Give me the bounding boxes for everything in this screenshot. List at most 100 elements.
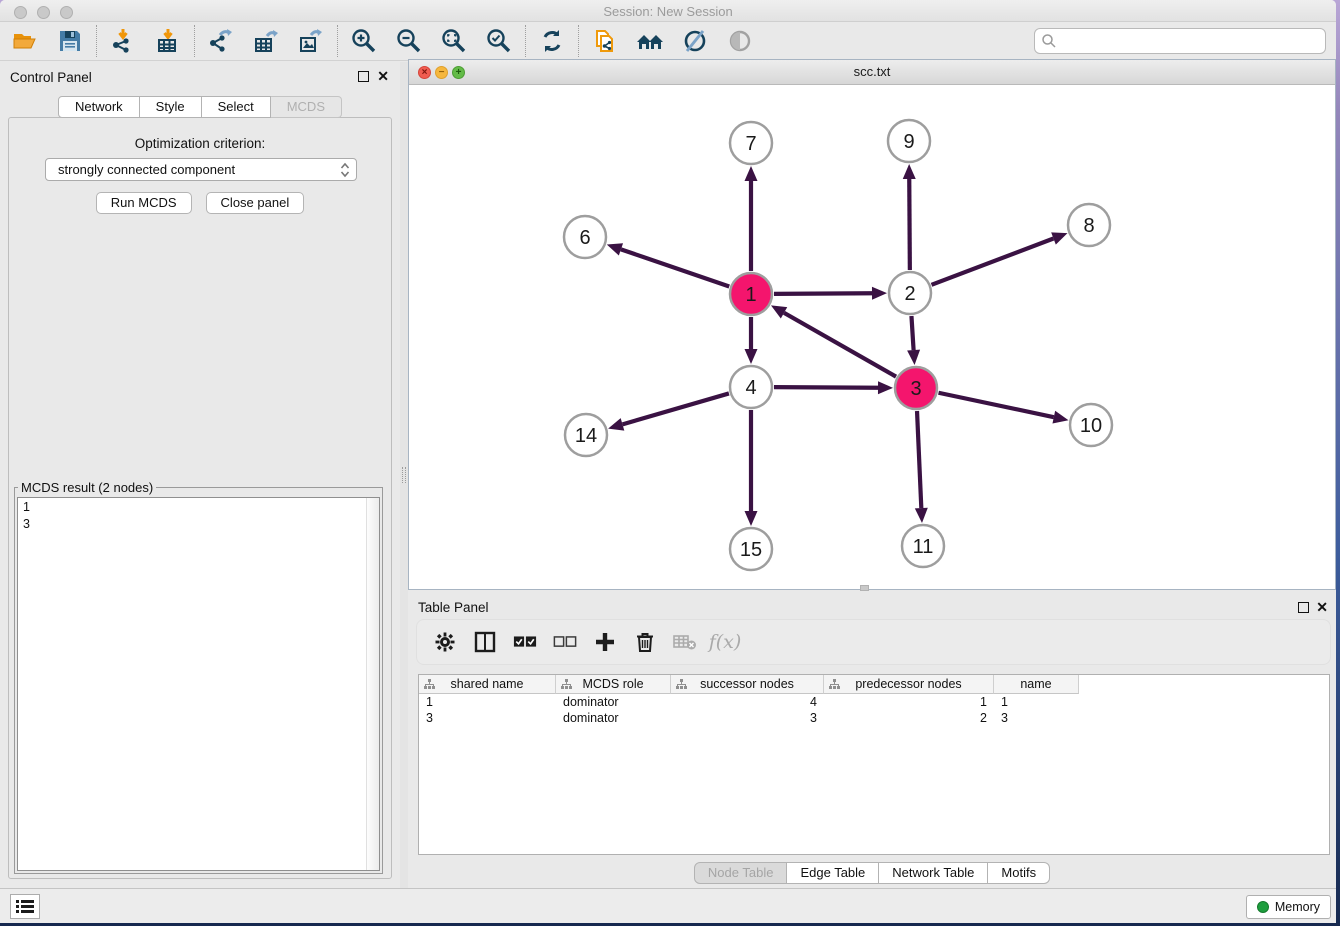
import-table-icon[interactable]	[153, 26, 183, 56]
run-mcds-button[interactable]: Run MCDS	[96, 192, 192, 214]
svg-text:3: 3	[910, 378, 921, 400]
graph-node-2[interactable]: 2	[889, 272, 931, 314]
graph-edge-1-2[interactable]	[774, 293, 872, 294]
table-cell[interactable]: 3	[419, 710, 556, 726]
graph-node-8[interactable]: 8	[1068, 204, 1110, 246]
tab-mcds[interactable]: MCDS	[271, 96, 342, 118]
optimization-criterion-select[interactable]: strongly connected component	[45, 158, 357, 181]
result-scrollbar[interactable]	[366, 498, 379, 870]
graph-node-9[interactable]: 9	[888, 120, 930, 162]
horizontal-splitter-handle[interactable]	[860, 585, 869, 591]
graph-node-10[interactable]: 10	[1070, 404, 1112, 446]
column-type-icon	[424, 679, 435, 690]
graph-edge-4-14[interactable]	[622, 393, 728, 424]
column-type-icon	[676, 679, 687, 690]
graph-edge-2-3[interactable]	[911, 316, 913, 350]
graph-edge-4-3[interactable]	[774, 387, 878, 388]
zoom-selected-icon[interactable]	[484, 26, 514, 56]
table-cell[interactable]: 3	[994, 710, 1079, 726]
tab-network-table[interactable]: Network Table	[879, 862, 988, 884]
graph-node-4[interactable]: 4	[730, 366, 772, 408]
graph-node-15[interactable]: 15	[730, 528, 772, 570]
table-row-0[interactable]: 1dominator411	[419, 694, 1329, 710]
vertical-splitter[interactable]	[400, 62, 408, 888]
graph-node-11[interactable]: 11	[902, 525, 944, 567]
optimization-criterion-value: strongly connected component	[58, 162, 235, 177]
settings-gear-icon[interactable]	[433, 630, 457, 654]
export-table-icon[interactable]	[251, 26, 281, 56]
zoom-in-icon[interactable]	[349, 26, 379, 56]
task-history-button[interactable]	[10, 894, 40, 919]
show-hide-icon[interactable]	[725, 26, 755, 56]
column-header-MCDS-role[interactable]: MCDS role	[556, 675, 671, 694]
float-panel-icon[interactable]	[358, 71, 369, 82]
svg-text:15: 15	[740, 539, 762, 561]
clone-network-icon[interactable]	[590, 26, 620, 56]
add-column-icon[interactable]	[593, 630, 617, 654]
tab-edge-table[interactable]: Edge Table	[787, 862, 879, 884]
svg-text:11: 11	[913, 536, 934, 558]
graph-edge-3-1[interactable]	[784, 313, 896, 377]
split-columns-icon[interactable]	[473, 630, 497, 654]
graph-node-6[interactable]: 6	[564, 216, 606, 258]
delete-table-icon	[673, 630, 697, 654]
mcds-result-box[interactable]: 1 3	[17, 497, 380, 871]
graph-edge-3-11[interactable]	[917, 411, 921, 508]
tab-select[interactable]: Select	[202, 96, 271, 118]
network-window-titlebar[interactable]: × − + scc.txt	[409, 60, 1335, 85]
export-image-icon[interactable]	[296, 26, 326, 56]
memory-status-icon	[1257, 901, 1269, 913]
graph-node-1[interactable]: 1	[730, 273, 772, 315]
table-cell[interactable]: dominator	[556, 694, 671, 710]
graph-node-3[interactable]: 3	[895, 367, 937, 409]
table-row-1[interactable]: 3dominator323	[419, 710, 1329, 726]
float-table-panel-icon[interactable]	[1298, 602, 1309, 613]
graph-node-14[interactable]: 14	[565, 414, 607, 456]
delete-column-icon[interactable]	[633, 630, 657, 654]
svg-text:8: 8	[1083, 215, 1094, 237]
column-header-name[interactable]: name	[994, 675, 1079, 694]
table-cell[interactable]: 2	[824, 710, 994, 726]
table-cell[interactable]: 1	[824, 694, 994, 710]
svg-text:1: 1	[745, 284, 756, 306]
graph-edge-2-9[interactable]	[909, 179, 910, 270]
main-toolbar	[0, 22, 1336, 61]
open-folder-icon[interactable]	[10, 26, 40, 56]
graph-node-7[interactable]: 7	[730, 122, 772, 164]
save-icon[interactable]	[55, 26, 85, 56]
table-cell[interactable]: 1	[419, 694, 556, 710]
column-header-shared-name[interactable]: shared name	[419, 675, 556, 694]
memory-button[interactable]: Memory	[1246, 895, 1331, 919]
tab-network[interactable]: Network	[58, 96, 140, 118]
close-panel-button[interactable]: Close panel	[206, 192, 305, 214]
graph-edge-2-8[interactable]	[932, 238, 1054, 284]
table-cell[interactable]: dominator	[556, 710, 671, 726]
graph-arrowhead-3-11	[915, 508, 928, 523]
table-cell[interactable]: 1	[994, 694, 1079, 710]
import-network-icon[interactable]	[108, 26, 138, 56]
home-layout-icon[interactable]	[635, 26, 665, 56]
table-panel: Table Panel ✕	[408, 593, 1336, 888]
close-table-panel-icon[interactable]: ✕	[1316, 600, 1328, 614]
network-canvas[interactable]: 7 9 6 8 1 2 4 3 14 10 15 11	[409, 85, 1335, 589]
refresh-layout-icon[interactable]	[537, 26, 567, 56]
deselect-all-columns-icon[interactable]	[553, 630, 577, 654]
zoom-out-icon[interactable]	[394, 26, 424, 56]
table-cell[interactable]: 3	[671, 710, 824, 726]
search-input[interactable]	[1034, 28, 1326, 54]
toolbar-separator	[96, 25, 97, 57]
zoom-fit-icon[interactable]	[439, 26, 469, 56]
tab-style[interactable]: Style	[140, 96, 202, 118]
select-all-columns-icon[interactable]	[513, 630, 537, 654]
column-header-successor-nodes[interactable]: successor nodes	[671, 675, 824, 694]
graph-edge-1-6[interactable]	[621, 249, 729, 286]
graph-edge-3-10[interactable]	[939, 393, 1054, 417]
tab-node-table[interactable]: Node Table	[694, 862, 788, 884]
table-cell[interactable]: 4	[671, 694, 824, 710]
export-network-icon[interactable]	[206, 26, 236, 56]
close-panel-icon[interactable]: ✕	[377, 69, 389, 83]
column-header-predecessor-nodes[interactable]: predecessor nodes	[824, 675, 994, 694]
graphics-details-icon[interactable]	[680, 26, 710, 56]
tab-motifs[interactable]: Motifs	[988, 862, 1050, 884]
graph-arrowhead-4-14	[608, 418, 624, 430]
